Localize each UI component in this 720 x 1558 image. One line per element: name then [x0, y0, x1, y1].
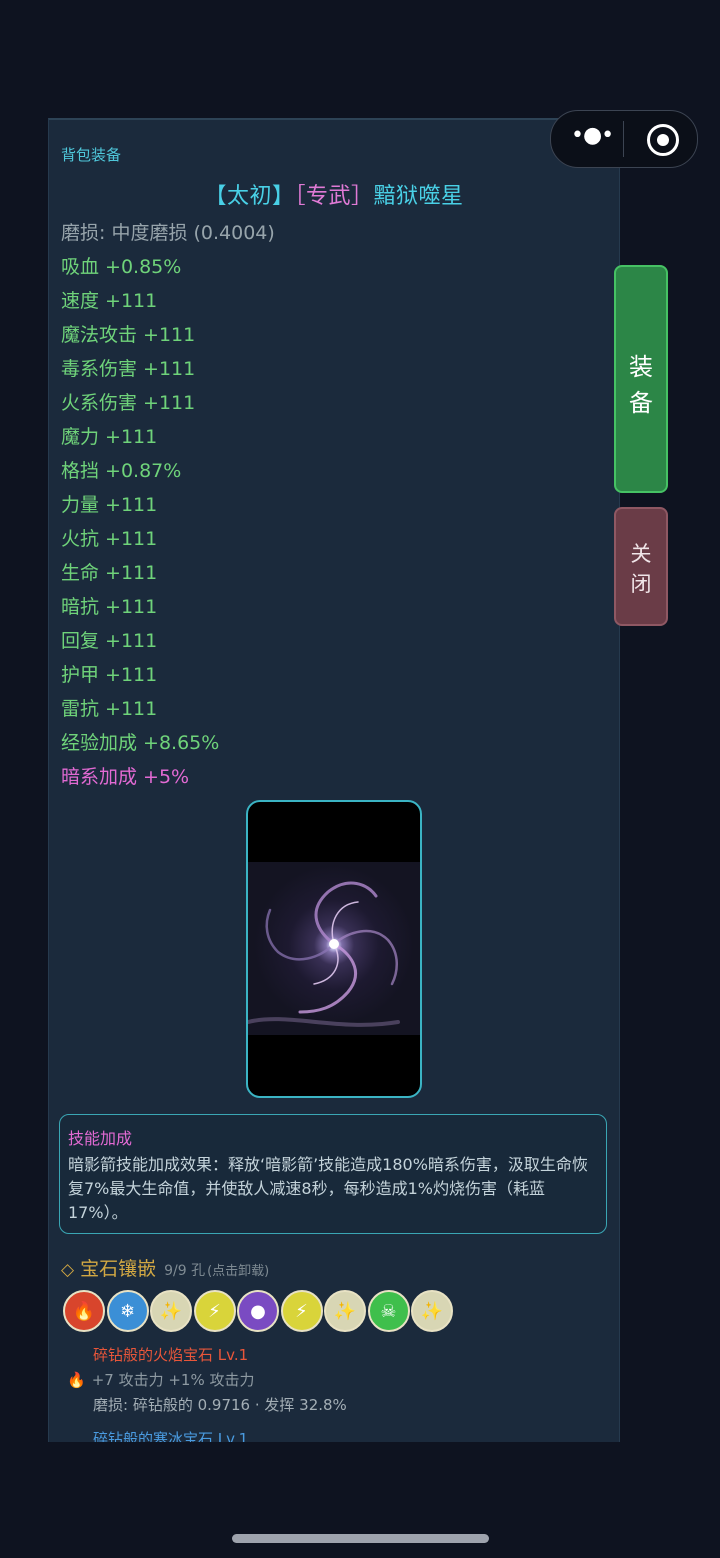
item-image-frame [246, 800, 422, 1098]
gem-item-bonus: 🔥 +7 攻击力 +1% 攻击力 [67, 1369, 254, 1390]
item-special-stat: 暗系加成 +5% [61, 766, 190, 788]
stat-line: 护甲 +111 [61, 664, 158, 686]
gem-socket-header: ◇ 宝石镶嵌 9/9 孔 (点击卸载) [61, 1254, 269, 1281]
item-tag: ［专武］ [294, 184, 374, 209]
stat-line: 暗抗 +111 [61, 596, 158, 618]
item-image [248, 862, 420, 1035]
stat-line: 回复 +111 [61, 630, 158, 652]
gem-item-name[interactable]: 碎钻般的寒冰宝石 Lv.1 [93, 1428, 248, 1442]
close-button-label: 关闭 [630, 542, 652, 596]
stat-line: 毒系伤害 +111 [61, 358, 196, 380]
item-tier: 【太初】 [204, 184, 295, 209]
gem-socket-title: 宝石镶嵌 [80, 1258, 157, 1280]
stat-line: 吸血 +0.85% [61, 256, 182, 278]
skill-description: 暗影箭技能加成效果：释放‘暗影箭’技能造成180%暗系伤害，汲取生命恢复7%最大… [68, 1155, 588, 1222]
item-wear: 磨损: 中度磨损 (0.4004) [61, 222, 275, 244]
stat-line: 经验加成 +8.65% [61, 732, 220, 754]
more-menu-icon[interactable]: •●• [571, 123, 614, 148]
skull-icon[interactable]: ☠ [367, 1290, 410, 1332]
vortex-art [248, 881, 400, 1027]
item-title: 【太初】［专武］黯狱噬星 [49, 178, 619, 210]
sparkle-icon[interactable]: ✨ [150, 1290, 192, 1332]
fire-icon[interactable]: 🔥 [63, 1290, 105, 1332]
stat-line: 雷抗 +111 [61, 698, 158, 720]
gem-item-name[interactable]: 碎钻般的火焰宝石 Lv.1 [93, 1344, 248, 1365]
mini-program-capsule: •●• [550, 110, 698, 168]
stat-line: 生命 +111 [61, 562, 158, 584]
equip-button-label: 装备 [629, 353, 653, 417]
gem-socket-count: 9/9 孔 [164, 1263, 206, 1279]
stat-line: 魔力 +111 [61, 426, 158, 448]
skill-title: 技能加成 [68, 1129, 133, 1148]
stat-line: 魔法攻击 +111 [61, 324, 196, 346]
orb-icon[interactable]: ● [237, 1290, 279, 1332]
stat-line: 速度 +111 [61, 290, 158, 312]
skill-bonus-box: 技能加成 暗影箭技能加成效果：释放‘暗影箭’技能造成180%暗系伤害，汲取生命恢… [59, 1114, 607, 1234]
item-name: 黯狱噬星 [373, 184, 464, 209]
sparkle-icon[interactable]: ✨ [324, 1290, 366, 1332]
lightning-icon[interactable]: ⚡ [280, 1290, 323, 1332]
stat-line: 火系伤害 +111 [61, 392, 196, 414]
fire-icon: 🔥 [67, 1371, 86, 1389]
panel-label: 背包装备 [61, 146, 122, 164]
home-indicator [232, 1534, 489, 1543]
lightning-icon[interactable]: ⚡ [193, 1290, 236, 1332]
stat-line: 格挡 +0.87% [61, 460, 182, 482]
stat-line: 火抗 +111 [61, 528, 158, 550]
capsule-divider [623, 121, 624, 157]
close-button[interactable]: 关闭 [614, 507, 668, 626]
stat-line: 力量 +111 [61, 494, 158, 516]
diamond-icon: ◇ [61, 1260, 75, 1280]
close-target-icon[interactable] [647, 124, 679, 156]
equipment-panel: 背包装备 【太初】［专武］黯狱噬星 磨损: 中度磨损 (0.4004) 吸血 +… [48, 118, 620, 1442]
gem-socket-hint: (点击卸载) [207, 1264, 270, 1279]
gem-item-wear: 磨损: 碎钻般的 0.9716 · 发挥 32.8% [93, 1396, 347, 1414]
equip-button[interactable]: 装备 [614, 265, 668, 493]
gem-item-bonus-text: +7 攻击力 +1% 攻击力 [91, 1371, 255, 1389]
snowflake-icon[interactable]: ❄ [106, 1290, 149, 1332]
sparkle-icon[interactable]: ✨ [411, 1290, 453, 1332]
